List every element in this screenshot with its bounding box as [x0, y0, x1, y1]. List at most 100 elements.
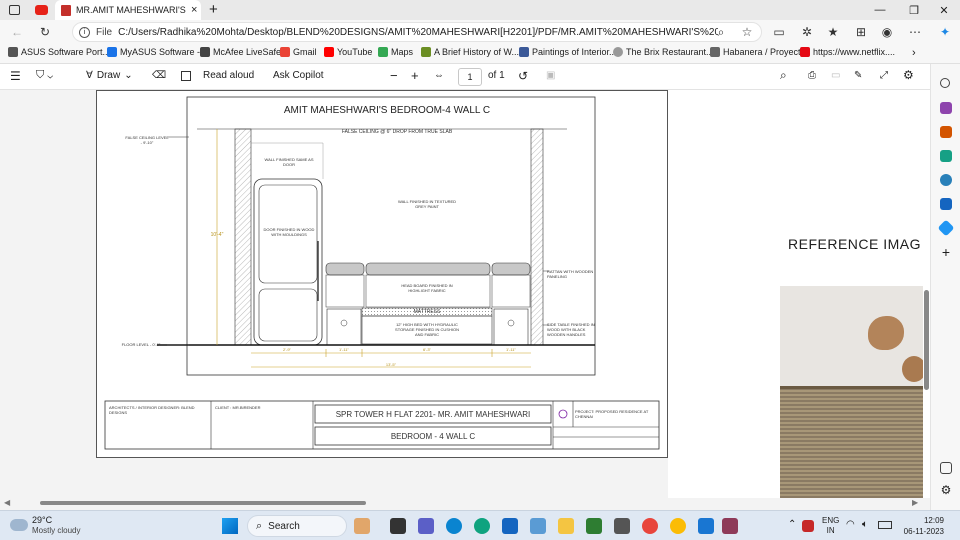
task-view-icon[interactable]: [390, 518, 406, 534]
workspace-icon[interactable]: [9, 5, 20, 15]
horizontal-scrollbar[interactable]: ◀ ▶: [0, 498, 930, 508]
bookmark-brief-history[interactable]: A Brief History of W...: [421, 47, 519, 57]
app-icon[interactable]: [614, 518, 630, 534]
vscode-icon[interactable]: [502, 518, 518, 534]
bookmark-asus-software[interactable]: ASUS Software Port...: [8, 47, 110, 57]
weather-temp[interactable]: 29°C: [32, 515, 52, 525]
bookmark-brix[interactable]: The Brix Restaurant...: [613, 47, 714, 57]
winrar-icon[interactable]: [722, 518, 738, 534]
pdf-icon: [61, 4, 71, 16]
file-label: File: [96, 26, 113, 38]
eraser-icon[interactable]: ⌫: [152, 70, 166, 81]
ask-copilot-button[interactable]: Ask Copilot: [273, 70, 324, 81]
chrome-profile-icon[interactable]: [670, 518, 686, 534]
weather-icon[interactable]: [10, 519, 28, 531]
mcafee-tray-icon[interactable]: [802, 520, 814, 532]
scroll-left-arrow-icon[interactable]: ◀: [4, 498, 10, 507]
pdf-toolbar: ☰ ⛉ ⌄ ∀ Draw ⌄ ⌫ Read aloud Ask Copilot − …: [0, 64, 930, 90]
vertical-scrollbar[interactable]: [924, 290, 929, 390]
save-as-icon[interactable]: ✎: [854, 70, 862, 81]
language-indicator[interactable]: ENG IN: [822, 516, 839, 536]
bookmark-habanera[interactable]: Habanera / Proyect...: [710, 47, 808, 57]
search-sidebar-icon[interactable]: [940, 78, 950, 88]
bookmark-mcafee[interactable]: McAfee LiveSafe: [200, 47, 281, 57]
file-explorer-icon[interactable]: [558, 518, 574, 534]
read-aloud-button[interactable]: Read aloud: [181, 70, 254, 81]
bookmark-gmail[interactable]: Gmail: [280, 47, 317, 57]
bookmark-netflix[interactable]: https://www.netflix....: [800, 47, 895, 57]
games-icon[interactable]: [940, 150, 952, 162]
close-button[interactable]: ✕: [928, 0, 960, 20]
settings-gear-icon[interactable]: ⚙: [903, 68, 914, 82]
drop-icon[interactable]: [937, 219, 955, 237]
profile-icon[interactable]: ◉: [876, 21, 898, 43]
edge-icon[interactable]: [474, 518, 490, 534]
bookmark-youtube[interactable]: YouTube: [324, 47, 372, 57]
maximize-button[interactable]: ❐: [898, 0, 930, 20]
fit-page-icon[interactable]: ⇔: [434, 70, 444, 81]
chrome-icon[interactable]: [642, 518, 658, 534]
url-field[interactable]: i File C:/Users/Radhika%20Mohta/Desktop/…: [72, 22, 762, 42]
volume-icon[interactable]: 🔈︎: [862, 519, 868, 530]
pdf-viewer[interactable]: AMIT MAHESHWARI'S BEDROOM-4 WALL C FALSE…: [0, 90, 930, 510]
back-button[interactable]: ←: [6, 21, 28, 43]
shopping-icon[interactable]: [940, 126, 952, 138]
zoom-out-button[interactable]: −: [390, 68, 398, 83]
youtube-tab-icon[interactable]: [35, 5, 48, 15]
vpn-icon[interactable]: [446, 518, 462, 534]
tab-active[interactable]: MR.AMIT MAHESHWARI'S BEDR... ×: [55, 0, 201, 20]
favorite-star-icon[interactable]: ☆: [736, 21, 758, 43]
bookmarks-more-chevron-icon[interactable]: ›: [912, 47, 916, 59]
copilot-icon[interactable]: ✦: [934, 21, 956, 43]
bookmark-myasus[interactable]: MyASUS Software -...: [107, 47, 208, 57]
rotate-icon[interactable]: ↺: [518, 69, 528, 83]
zoom-icon[interactable]: ⌕: [710, 21, 732, 43]
taskbar-search[interactable]: ⌕ Search: [247, 515, 347, 537]
tool-icon[interactable]: [530, 518, 546, 534]
bookmark-maps[interactable]: Maps: [378, 47, 413, 57]
widgets-icon[interactable]: [354, 518, 370, 534]
weather-condition[interactable]: Mostly cloudy: [32, 526, 80, 535]
minimize-button[interactable]: —: [864, 0, 896, 20]
tools-icon[interactable]: [940, 102, 952, 114]
tab-close-icon[interactable]: ×: [191, 4, 197, 16]
tray-chevron-icon[interactable]: ⌃: [788, 519, 796, 530]
zoom-in-button[interactable]: +: [411, 68, 419, 83]
page-view-icon[interactable]: ▣: [546, 70, 555, 81]
favorites-icon[interactable]: ★: [822, 21, 844, 43]
sidebar-settings-icon[interactable]: ⚙: [940, 484, 952, 496]
wifi-icon[interactable]: ◠: [846, 519, 855, 530]
menu-icon[interactable]: ⋯: [904, 21, 926, 43]
outlook-icon[interactable]: [940, 198, 952, 210]
refresh-button[interactable]: ↻: [34, 21, 56, 43]
collections-icon[interactable]: ⊞: [850, 21, 872, 43]
height-dimension: 10'-4": [210, 232, 224, 238]
contents-icon[interactable]: ☰: [10, 69, 21, 83]
bookmark-paintings[interactable]: Paintings of Interior...: [519, 47, 617, 57]
head-board-note: HEAD BOARD FINISHED IN HIGHLIGHT FABRIC: [401, 283, 453, 293]
draw-button[interactable]: ∀ Draw ⌄: [86, 70, 133, 81]
scroll-thumb[interactable]: [40, 501, 366, 505]
fullscreen-icon[interactable]: ⤢: [880, 70, 888, 81]
save-icon[interactable]: ▭: [831, 70, 840, 81]
page-number-input[interactable]: 1: [458, 68, 482, 86]
extensions-icon[interactable]: ✲: [796, 21, 818, 43]
split-screen-icon[interactable]: ▭: [768, 21, 790, 43]
search-icon[interactable]: ⌕: [780, 68, 787, 83]
print-icon[interactable]: ⎙: [808, 70, 816, 81]
info-icon[interactable]: i: [79, 26, 90, 38]
battery-icon[interactable]: [878, 521, 892, 529]
clock[interactable]: 12:09 06-11-2023: [898, 515, 944, 537]
scroll-right-arrow-icon[interactable]: ▶: [912, 498, 918, 507]
project-info: PROJECT: PROPOSED RESIDENCE AT CHENNAI: [575, 409, 649, 419]
url-text[interactable]: C:/Users/Radhika%20Mohta/Desktop/BLEND%2…: [118, 27, 718, 38]
photos-icon[interactable]: [698, 518, 714, 534]
sidebar-layout-icon[interactable]: [940, 462, 952, 474]
add-sidebar-icon[interactable]: +: [940, 245, 952, 259]
new-tab-button[interactable]: +: [209, 1, 218, 18]
highlight-icon[interactable]: ⛉ ⌄: [36, 69, 53, 82]
teams-icon[interactable]: [418, 518, 434, 534]
start-button[interactable]: [222, 518, 238, 534]
app-icon[interactable]: [586, 518, 602, 534]
m365-icon[interactable]: [940, 174, 952, 186]
